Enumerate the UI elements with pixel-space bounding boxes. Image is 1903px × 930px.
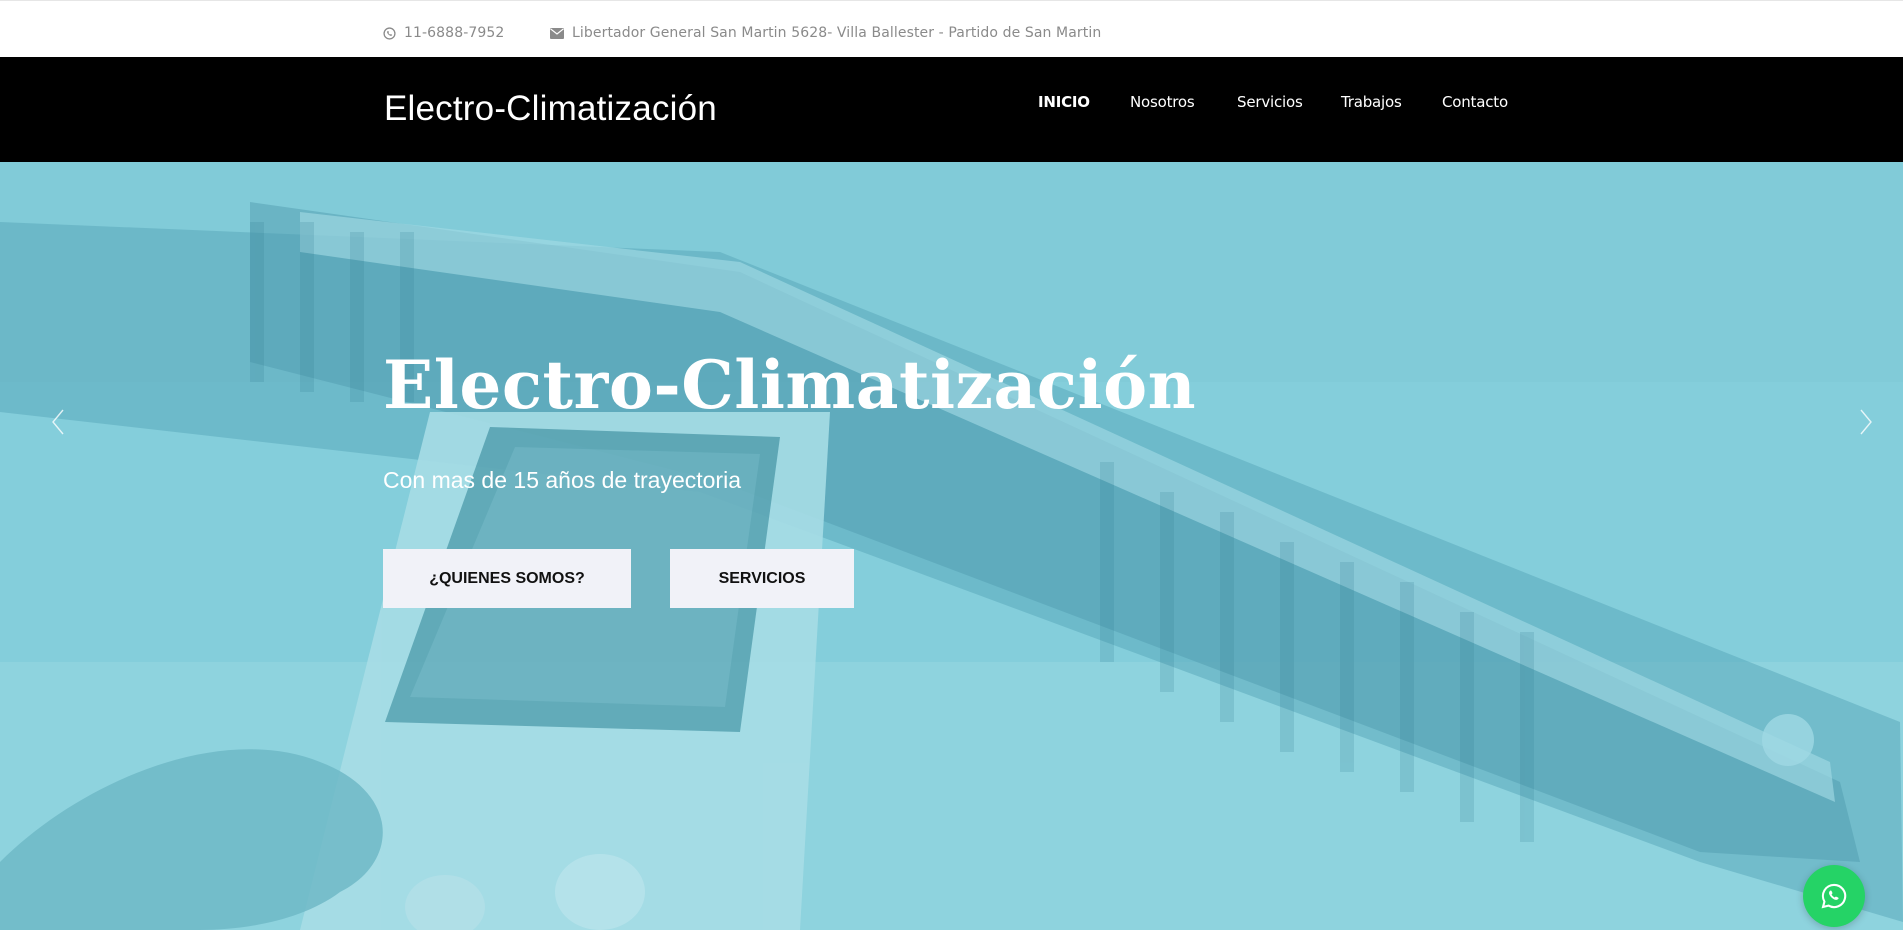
slider-prev-button[interactable] xyxy=(46,402,70,442)
slider-next-button[interactable] xyxy=(1854,402,1878,442)
phone-info[interactable]: 11-6888-7952 xyxy=(383,25,504,41)
top-info-bar: 11-6888-7952 Libertador General San Mart… xyxy=(0,0,1903,57)
nav-item-trabajos[interactable]: Trabajos xyxy=(1341,93,1402,111)
envelope-icon xyxy=(550,27,564,39)
about-us-button[interactable]: ¿QUIENES SOMOS? xyxy=(383,549,631,608)
nav-item-inicio[interactable]: INICIO xyxy=(1038,93,1090,111)
hero-slider: Electro-Climatización Con mas de 15 años… xyxy=(0,162,1903,930)
whatsapp-float-button[interactable] xyxy=(1803,865,1865,927)
brand-logo[interactable]: Electro-Climatización xyxy=(384,91,717,126)
main-navbar: Electro-Climatización INICIO Nosotros Se… xyxy=(0,57,1903,162)
services-button[interactable]: SERVICIOS xyxy=(670,549,854,608)
chevron-right-icon xyxy=(1860,409,1872,435)
address-text: Libertador General San Martin 5628- Vill… xyxy=(572,25,1102,41)
nav-item-nosotros[interactable]: Nosotros xyxy=(1130,93,1195,111)
hero-subtitle: Con mas de 15 años de trayectoria xyxy=(383,467,741,493)
whatsapp-icon xyxy=(383,26,396,40)
whatsapp-icon xyxy=(1821,883,1847,909)
nav-item-servicios[interactable]: Servicios xyxy=(1237,93,1303,111)
nav-item-contacto[interactable]: Contacto xyxy=(1442,93,1508,111)
chevron-left-icon xyxy=(52,409,64,435)
address-info: Libertador General San Martin 5628- Vill… xyxy=(550,25,1101,41)
hero-title: Electro-Climatización xyxy=(383,346,1197,424)
phone-number: 11-6888-7952 xyxy=(404,25,505,41)
hero-background-image xyxy=(0,162,1903,930)
